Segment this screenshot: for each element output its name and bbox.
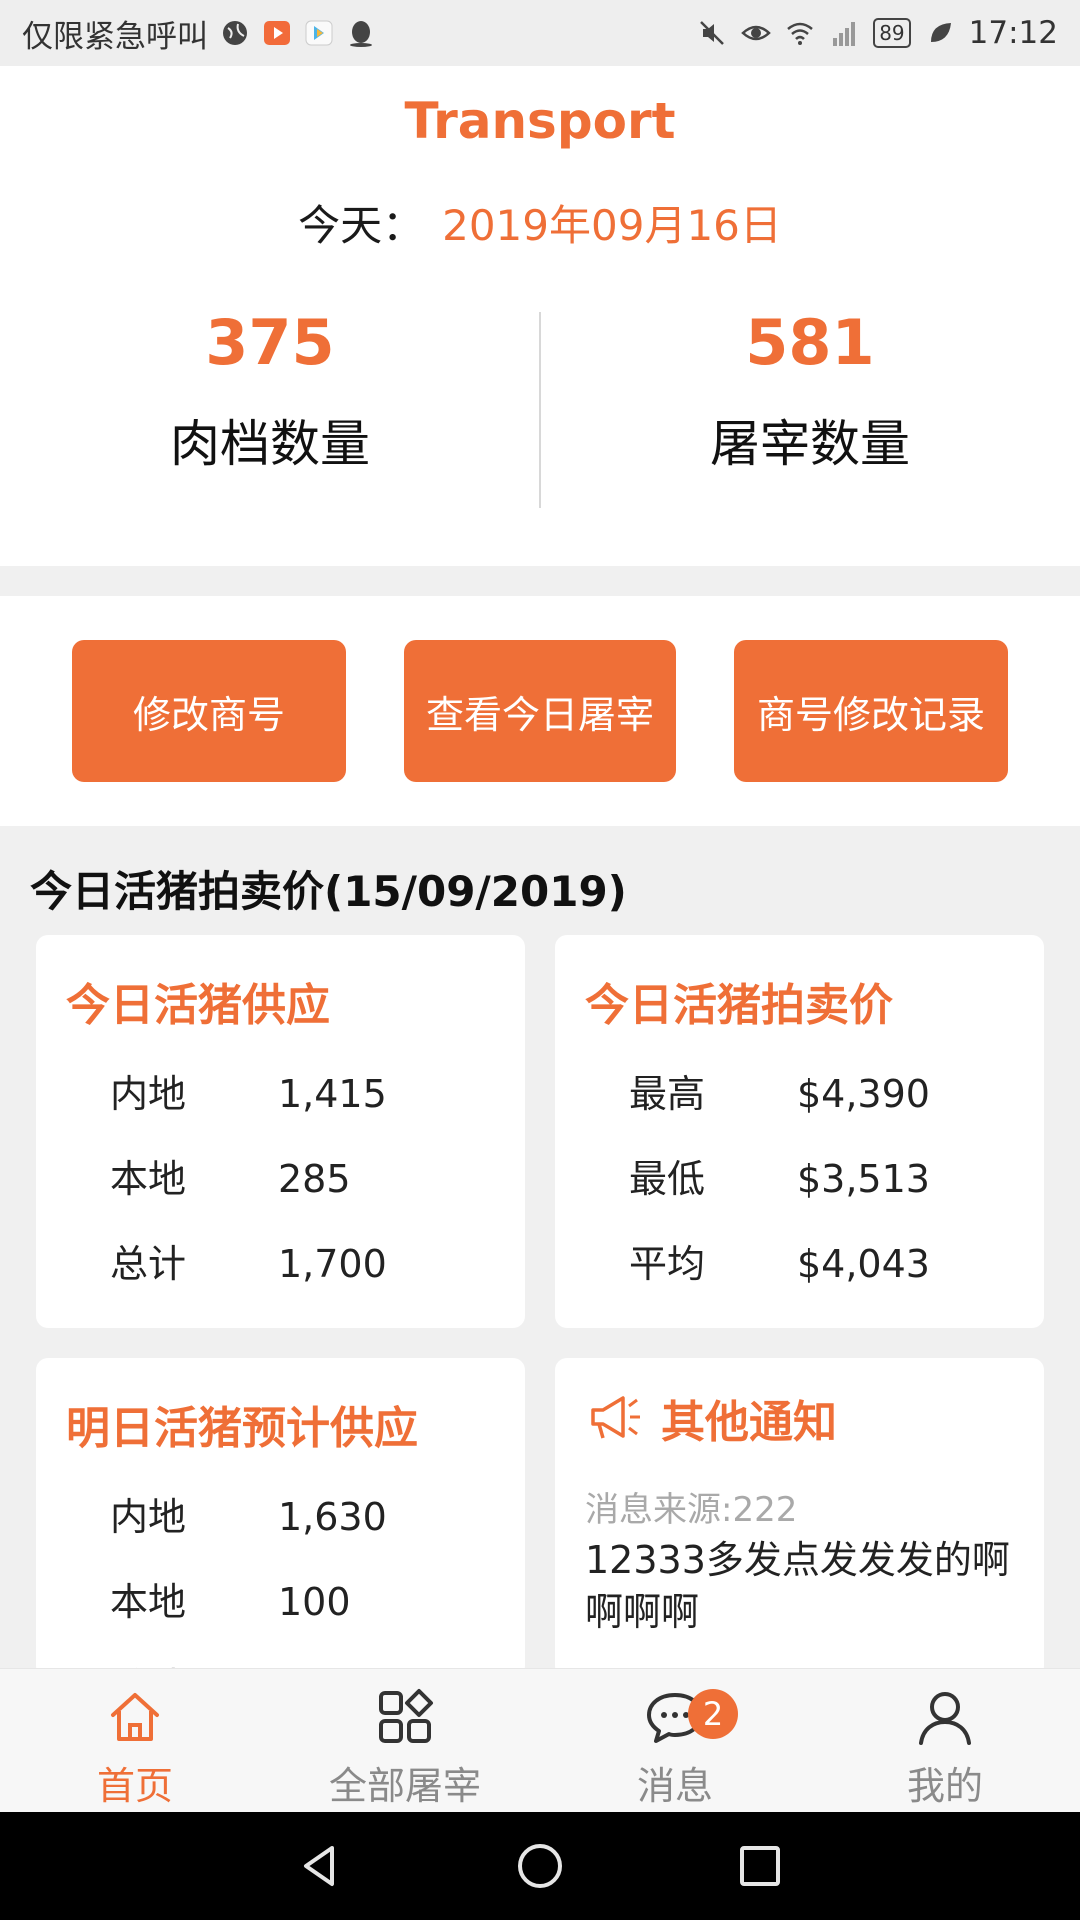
carrier-text: 仅限紧急呼叫 (22, 18, 208, 55)
summary-header: Transport 今天： 2019年09月16日 375 肉档数量 581 屠宰… (0, 66, 1080, 566)
row-value: 100 (278, 1580, 351, 1624)
row-value: 1,415 (278, 1072, 387, 1116)
recents-icon[interactable] (736, 1842, 784, 1890)
row-value: $4,043 (797, 1242, 930, 1286)
row-key: 本地 (110, 1157, 187, 1201)
stat-value: 581 (745, 306, 875, 379)
row-key: 内地 (110, 1072, 187, 1116)
notice-card[interactable]: 其他通知 消息来源:222 12333多发点发发发的啊啊啊啊 (555, 1358, 1044, 1678)
notice-body: 12333多发点发发发的啊啊啊啊 (585, 1538, 1010, 1634)
penguin-icon (350, 21, 372, 47)
wifi-icon (787, 22, 814, 45)
eye-icon (741, 25, 772, 41)
today-supply-card[interactable]: 今日活猪供应 内地 1,415 本地 285 总计 1,700 (36, 935, 525, 1328)
row-value: 1,630 (278, 1495, 387, 1539)
row-value: $3,513 (797, 1157, 930, 1201)
row-value: 1,700 (278, 1242, 387, 1286)
card-title: 明日活猪预计供应 (66, 1403, 418, 1454)
card-row: 总计 1,700 (110, 1233, 387, 1288)
name-change-history-button[interactable]: 商号修改记录 (734, 640, 1008, 782)
stat-slaughter: 581 屠宰数量 (540, 312, 1080, 476)
card-title: 今日活猪供应 (66, 980, 330, 1031)
clock: 17:12 (968, 15, 1058, 51)
row-key: 总计 (110, 1242, 187, 1286)
status-bar: 仅限紧急呼叫 89 17:12 (0, 0, 1080, 66)
nav-label: 我的 (906, 1764, 983, 1808)
card-row: 内地 1,630 (110, 1486, 387, 1541)
card-row: 本地 285 (110, 1148, 351, 1203)
date-value: 2019年09月16日 (442, 201, 782, 250)
nav-profile[interactable]: 我的 (810, 1669, 1080, 1813)
stat-label: 肉档数量 (170, 415, 370, 473)
status-left: 仅限紧急呼叫 (22, 11, 376, 56)
section-title: 今日活猪拍卖价(15/09/2019) (30, 867, 627, 916)
globe-icon (223, 21, 247, 45)
nav-messages[interactable]: 2 消息 (540, 1669, 810, 1813)
message-count-badge: 2 (688, 1689, 738, 1739)
date-label: 今天： (298, 201, 425, 250)
action-bar: 修改商号 查看今日屠宰 商号修改记录 (0, 596, 1080, 826)
row-key: 平均 (629, 1242, 706, 1286)
system-nav-bar (0, 1812, 1080, 1920)
stat-value: 375 (205, 306, 335, 379)
date-row: 今天： 2019年09月16日 (0, 192, 1080, 253)
row-key: 最高 (629, 1072, 706, 1116)
row-value: 285 (278, 1157, 351, 1201)
stat-stalls: 375 肉档数量 (0, 312, 540, 476)
status-right: 89 17:12 (697, 15, 1058, 51)
card-title: 其他通知 (661, 1397, 837, 1448)
media-app-icon (305, 20, 333, 46)
card-row: 内地 1,415 (110, 1063, 387, 1118)
home-icon (111, 1693, 159, 1741)
nav-label: 首页 (96, 1764, 173, 1808)
home-circle-icon[interactable] (516, 1842, 564, 1890)
view-today-slaughter-button[interactable]: 查看今日屠宰 (404, 640, 676, 782)
grid-icon (379, 1689, 433, 1743)
nav-label: 全部屠宰 (328, 1764, 481, 1808)
nav-all-slaughter[interactable]: 全部屠宰 (270, 1669, 540, 1813)
mute-icon (700, 21, 725, 45)
edit-business-name-button[interactable]: 修改商号 (72, 640, 346, 782)
person-icon (919, 1692, 971, 1745)
card-row: 最高 $4,390 (629, 1063, 930, 1118)
leaf-icon (930, 23, 951, 42)
back-icon[interactable] (296, 1842, 344, 1890)
megaphone-icon (591, 1396, 640, 1439)
card-row: 平均 $4,043 (629, 1233, 930, 1288)
today-price-card[interactable]: 今日活猪拍卖价 最高 $4,390 最低 $3,513 平均 $4,043 (555, 935, 1044, 1328)
row-key: 本地 (110, 1580, 187, 1624)
signal-icon (833, 22, 856, 46)
video-app-icon (264, 21, 290, 45)
nav-home[interactable]: 首页 (0, 1669, 270, 1813)
battery-indicator: 89 (873, 18, 911, 48)
nav-label: 消息 (636, 1764, 713, 1808)
notice-source: 消息来源:222 (585, 1490, 798, 1530)
card-title: 今日活猪拍卖价 (585, 980, 893, 1031)
row-key: 最低 (629, 1157, 706, 1201)
stat-label: 屠宰数量 (710, 415, 910, 473)
app-title: Transport (404, 92, 676, 150)
card-row: 最低 $3,513 (629, 1148, 930, 1203)
bottom-nav: 首页 全部屠宰 2 消息 我的 (0, 1668, 1080, 1812)
tomorrow-supply-card[interactable]: 明日活猪预计供应 内地1,630 本地100 总计1,730 (36, 1358, 525, 1678)
row-key: 内地 (110, 1495, 187, 1539)
notice-header: 其他通知 (585, 1386, 837, 1450)
card-row: 本地 100 (110, 1571, 351, 1626)
row-value: $4,390 (797, 1072, 930, 1116)
